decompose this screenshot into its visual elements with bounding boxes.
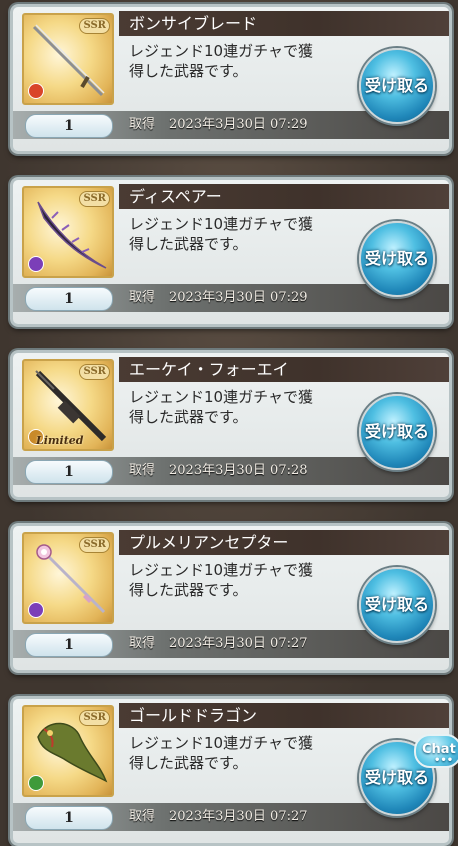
acquired-info: 取得 2023年3月30日 07:28 <box>129 463 308 478</box>
acquired-info: 取得 2023年3月30日 07:27 <box>129 636 308 651</box>
weapon-thumbnail[interactable]: SSR <box>22 13 114 105</box>
quantity-pill: 1 <box>25 806 113 830</box>
receive-button[interactable]: 受け取る <box>359 221 435 297</box>
quantity-pill: 1 <box>25 460 113 484</box>
acquired-date: 2023年3月30日 07:27 <box>169 809 308 824</box>
acquired-info: 取得 2023年3月30日 07:27 <box>129 809 308 824</box>
acquired-date: 2023年3月30日 07:28 <box>169 463 308 478</box>
item-description: レジェンド10連ガチャで獲 得した武器です。 <box>129 388 313 426</box>
item-name: ゴールドドラゴン <box>119 703 449 728</box>
acquired-date: 2023年3月30日 07:27 <box>169 636 308 651</box>
element-icon <box>28 775 44 791</box>
chat-button[interactable]: Chat ••• <box>414 734 458 768</box>
rarity-badge: SSR <box>79 18 110 34</box>
acquired-info: 取得 2023年3月30日 07:29 <box>129 290 308 305</box>
item-description: レジェンド10連ガチャで獲 得した武器です。 <box>129 215 313 253</box>
element-icon <box>28 256 44 272</box>
weapon-thumbnail[interactable]: SSR Limited <box>22 359 114 451</box>
quantity-pill: 1 <box>25 287 113 311</box>
acquired-info: 取得 2023年3月30日 07:29 <box>129 117 308 132</box>
acquired-date: 2023年3月30日 07:29 <box>169 117 308 132</box>
rarity-badge: SSR <box>79 191 110 207</box>
item-name: ボンサイブレード <box>119 11 449 36</box>
rarity-badge: SSR <box>79 364 110 380</box>
receive-button[interactable]: 受け取る <box>359 48 435 124</box>
rarity-badge: SSR <box>79 537 110 553</box>
rarity-badge: SSR <box>79 710 110 726</box>
item-description: レジェンド10連ガチャで獲 得した武器です。 <box>129 42 313 80</box>
list-item: SSR ボンサイブレード レジェンド10連ガチャで獲 得した武器です。 1 取得… <box>10 4 452 154</box>
receive-button[interactable]: 受け取る <box>359 567 435 643</box>
weapon-thumbnail[interactable]: SSR <box>22 186 114 278</box>
chat-bubble-icon: ••• <box>434 755 454 766</box>
weapon-thumbnail[interactable]: SSR <box>22 532 114 624</box>
item-name: プルメリアンセプター <box>119 530 449 555</box>
item-description: レジェンド10連ガチャで獲 得した武器です。 <box>129 561 313 599</box>
element-icon <box>28 602 44 618</box>
list-item: SSR Limited エーケイ・フォーエイ レジェンド10連ガチャで獲 得した… <box>10 350 452 500</box>
receive-button[interactable]: 受け取る <box>359 394 435 470</box>
limited-label: Limited <box>36 434 84 447</box>
list-item: SSR プルメリアンセプター レジェンド10連ガチャで獲 得した武器です。 1 … <box>10 523 452 673</box>
item-description: レジェンド10連ガチャで獲 得した武器です。 <box>129 734 313 772</box>
item-name: ディスペアー <box>119 184 449 209</box>
acquired-date: 2023年3月30日 07:29 <box>169 290 308 305</box>
quantity-pill: 1 <box>25 633 113 657</box>
list-item: SSR ディスペアー レジェンド10連ガチャで獲 得した武器です。 1 取得 20… <box>10 177 452 327</box>
quantity-pill: 1 <box>25 114 113 138</box>
item-name: エーケイ・フォーエイ <box>119 357 449 382</box>
weapon-thumbnail[interactable]: SSR <box>22 705 114 797</box>
element-icon <box>28 83 44 99</box>
